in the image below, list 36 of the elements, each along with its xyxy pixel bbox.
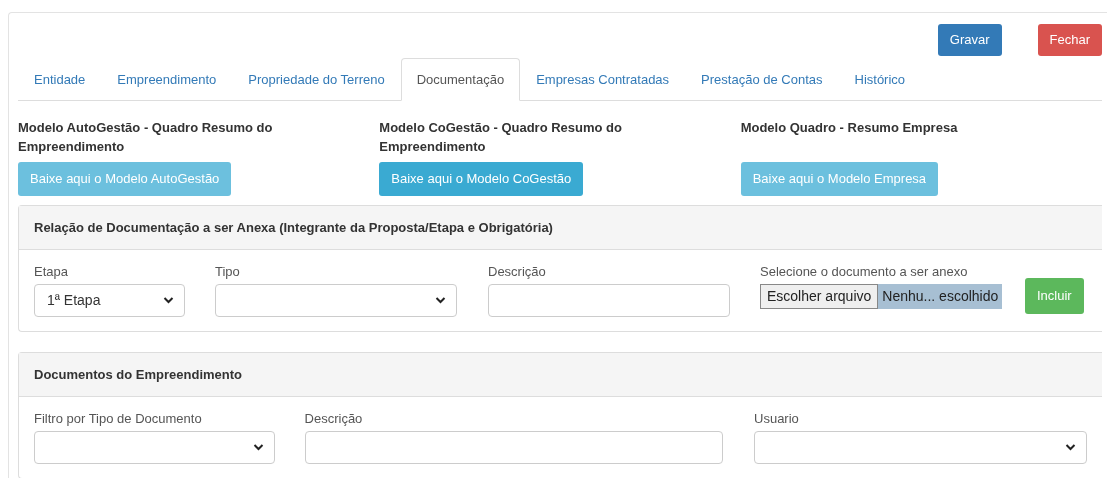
save-button[interactable]: Gravar bbox=[937, 24, 1002, 56]
field-label: Selecione o documento a ser anexo bbox=[760, 263, 968, 281]
panel-title: Documentos do Empreendimento bbox=[19, 352, 1102, 397]
field-label: Filtro por Tipo de Documento bbox=[34, 410, 202, 428]
select-value: 1ª Etapa bbox=[47, 290, 101, 310]
text-field[interactable] bbox=[304, 430, 723, 464]
panel-title: Relação de Documentação a ser Anexa (Integrante da Proposta/Etapa e Obrigatória) bbox=[19, 205, 1102, 250]
file-status: Nenhu... escolhido bbox=[878, 283, 1003, 309]
close-button[interactable]: Fechar bbox=[1037, 24, 1102, 56]
tab[interactable]: Propriedade do Terreno bbox=[232, 57, 401, 101]
tab[interactable]: Entidade bbox=[18, 57, 102, 101]
tab[interactable]: Documentação bbox=[400, 57, 521, 101]
field-label: Etapa bbox=[34, 263, 68, 281]
tab[interactable]: Histórico bbox=[838, 57, 922, 101]
choose-file-button[interactable]: Escolher arquivo bbox=[760, 283, 879, 309]
text-field[interactable] bbox=[488, 283, 730, 317]
tab[interactable]: Empresas Contratadas bbox=[520, 57, 686, 101]
tab[interactable]: Prestação de Contas bbox=[685, 57, 839, 101]
select-field[interactable] bbox=[215, 283, 457, 317]
select-field[interactable] bbox=[34, 430, 275, 464]
field-label: Usuario bbox=[754, 410, 799, 428]
model-title: Modelo CoGestão - Quadro Resumo do Empreendimento bbox=[379, 119, 623, 156]
select-field[interactable] bbox=[754, 430, 1087, 464]
field-label: Descrição bbox=[304, 410, 363, 428]
include-button[interactable]: Incluir bbox=[1025, 278, 1084, 314]
select-field[interactable]: 1ª Etapa bbox=[34, 283, 185, 317]
chevron-down-icon bbox=[252, 443, 264, 451]
download-button[interactable]: Baixe aqui o Modelo CoGestão bbox=[379, 162, 584, 196]
field-label: Descrição bbox=[488, 263, 546, 281]
field-label: Tipo bbox=[215, 263, 240, 281]
model-title: Modelo AutoGestão - Quadro Resumo do Empreendimento bbox=[18, 119, 274, 156]
chevron-down-icon bbox=[163, 296, 174, 304]
chevron-down-icon bbox=[435, 296, 446, 304]
model-title: Modelo Quadro - Resumo Empresa bbox=[740, 119, 959, 137]
tab[interactable]: Empreendimento bbox=[101, 57, 233, 101]
chevron-down-icon bbox=[1065, 443, 1076, 451]
